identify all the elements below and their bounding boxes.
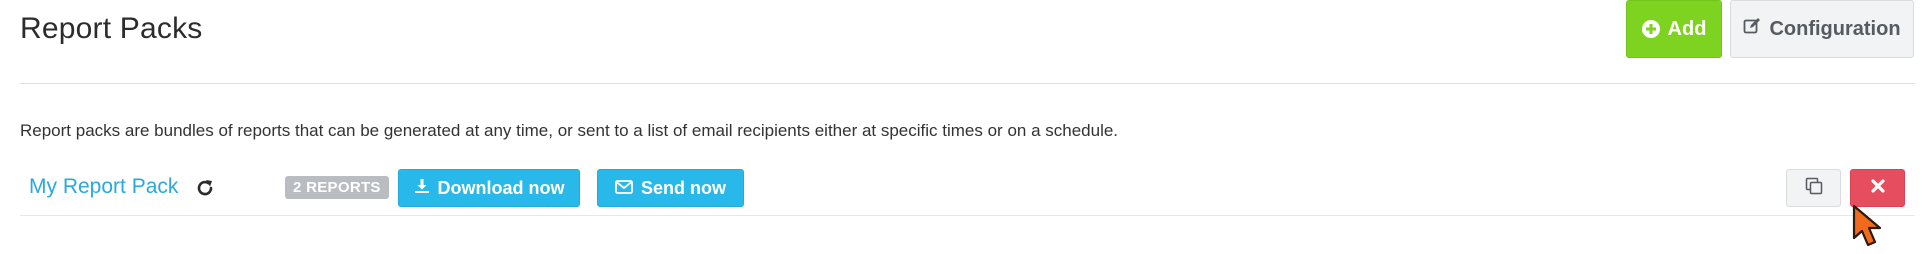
add-button-label: Add — [1667, 17, 1707, 40]
send-now-label: Send now — [641, 177, 726, 198]
report-packs-page: Report Packs Add Configuration Report pa… — [0, 0, 1923, 254]
mouse-pointer-icon — [1852, 204, 1882, 247]
configuration-button-label: Configuration — [1769, 17, 1901, 40]
envelope-icon — [615, 178, 633, 199]
download-now-label: Download now — [437, 177, 565, 198]
report-pack-name-link[interactable]: My Report Pack — [29, 175, 178, 199]
add-button[interactable]: Add — [1626, 0, 1722, 58]
row-divider — [20, 215, 1915, 216]
copy-button[interactable] — [1786, 169, 1841, 207]
report-pack-row: My Report Pack 2 REPORTS Download now Se… — [20, 165, 1915, 215]
edit-icon — [1743, 17, 1761, 41]
configuration-button[interactable]: Configuration — [1730, 0, 1914, 58]
refresh-icon[interactable] — [192, 175, 218, 201]
header-divider — [20, 83, 1915, 84]
copy-icon — [1805, 177, 1823, 200]
close-icon — [1870, 178, 1885, 198]
reports-count-badge: 2 REPORTS — [285, 176, 389, 199]
delete-button[interactable] — [1850, 169, 1905, 207]
download-now-button[interactable]: Download now — [398, 169, 580, 207]
plus-circle-icon — [1641, 20, 1660, 38]
send-now-button[interactable]: Send now — [597, 169, 744, 207]
page-title: Report Packs — [20, 12, 203, 45]
description-text: Report packs are bundles of reports that… — [20, 121, 1119, 140]
download-icon — [414, 178, 430, 199]
